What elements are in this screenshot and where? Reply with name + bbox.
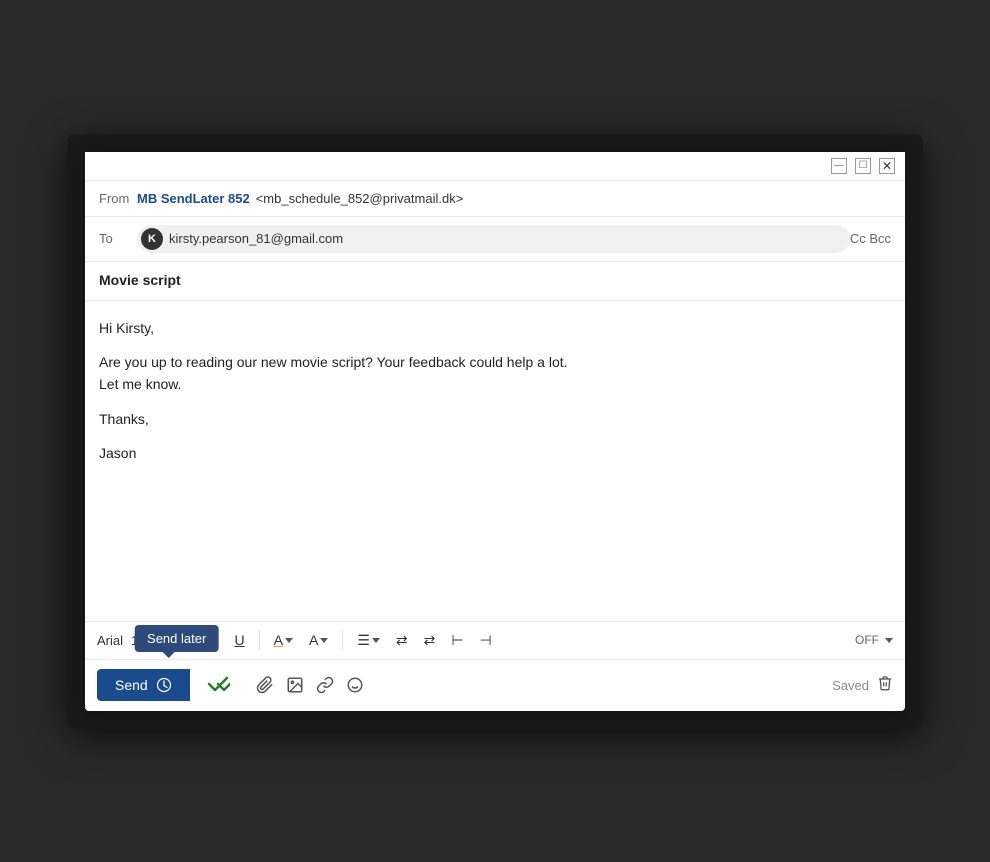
- action-icons: [256, 676, 364, 694]
- emoji-button[interactable]: [346, 676, 364, 694]
- checkmark-icon: [206, 674, 230, 694]
- to-label: To: [99, 231, 137, 246]
- off-label: OFF: [855, 633, 879, 647]
- align-chevron-icon: [372, 638, 380, 643]
- recipient-email: kirsty.pearson_81@gmail.com: [169, 231, 343, 246]
- ordered-list-icon: ⇄: [396, 632, 408, 649]
- font-color-label: A: [274, 632, 283, 648]
- body-paragraph: Are you up to reading our new movie scri…: [99, 351, 891, 396]
- paperclip-icon: [256, 676, 274, 694]
- cc-bcc-button[interactable]: Cc Bcc: [850, 231, 891, 246]
- unordered-list-icon: ⇄: [424, 632, 436, 649]
- toolbar-separator-2: [259, 630, 260, 650]
- font-color-chevron-icon: [285, 638, 293, 643]
- toolbar-separator-3: [342, 630, 343, 650]
- image-button[interactable]: [286, 676, 304, 694]
- minimize-button[interactable]: —: [831, 158, 847, 174]
- sender-name: MB SendLater 852: [137, 191, 250, 206]
- from-label: From: [99, 191, 137, 206]
- highlight-chevron-icon: [320, 638, 328, 643]
- avatar: K: [141, 228, 163, 250]
- link-icon: [316, 676, 334, 694]
- indent-increase-icon: ⊣: [480, 632, 492, 649]
- body-line2: Are you up to reading our new movie scri…: [99, 354, 568, 370]
- toolbar-right: OFF: [855, 633, 893, 647]
- send-later-tooltip: Send later: [135, 625, 218, 652]
- checkmark-button[interactable]: [196, 668, 240, 703]
- from-row: From MB SendLater 852 <mb_schedule_852@p…: [85, 181, 905, 217]
- clock-icon: [156, 677, 172, 693]
- body-greeting: Hi Kirsty,: [99, 317, 891, 339]
- from-info: MB SendLater 852 <mb_schedule_852@privat…: [137, 191, 891, 206]
- attach-button[interactable]: [256, 676, 274, 694]
- indent-increase-button[interactable]: ⊣: [474, 628, 498, 653]
- sender-email: <mb_schedule_852@privatmail.dk>: [256, 191, 464, 206]
- highlight-button[interactable]: A: [303, 628, 334, 652]
- indent-decrease-button[interactable]: ⊢: [445, 628, 469, 653]
- emoji-icon: [346, 676, 364, 694]
- align-icon: ☰: [357, 632, 370, 649]
- title-bar: — ☐ ✕: [85, 152, 905, 181]
- send-label: Send: [115, 677, 148, 693]
- window-shadow: — ☐ ✕ From MB SendLater 852 <mb_schedule…: [67, 134, 923, 729]
- off-chevron-icon: [885, 638, 893, 643]
- maximize-button[interactable]: ☐: [855, 158, 871, 174]
- ordered-list-button[interactable]: ⇄: [390, 628, 414, 653]
- trash-icon: [877, 675, 893, 691]
- subject-row: Movie script: [85, 262, 905, 301]
- saved-status: Saved: [832, 675, 893, 696]
- delete-button[interactable]: [877, 675, 893, 696]
- title-bar-controls: — ☐ ✕: [831, 158, 895, 174]
- recipient-chip[interactable]: K kirsty.pearson_81@gmail.com: [137, 225, 850, 253]
- highlight-label: A: [309, 632, 318, 648]
- align-button[interactable]: ☰: [351, 628, 386, 653]
- font-selector[interactable]: Arial: [97, 633, 123, 648]
- indent-decrease-icon: ⊢: [451, 632, 463, 649]
- close-button[interactable]: ✕: [879, 158, 895, 174]
- saved-label: Saved: [832, 678, 869, 693]
- email-body[interactable]: Hi Kirsty, Are you up to reading our new…: [85, 301, 905, 621]
- unordered-list-button[interactable]: ⇄: [418, 628, 442, 653]
- body-thanks: Thanks,: [99, 408, 891, 430]
- action-bar: Send later Send: [85, 659, 905, 711]
- to-row: To K kirsty.pearson_81@gmail.com Cc Bcc: [85, 217, 905, 262]
- send-button[interactable]: Send: [97, 669, 190, 701]
- body-line3: Let me know.: [99, 376, 182, 392]
- subject-text: Movie script: [99, 272, 181, 288]
- compose-window: — ☐ ✕ From MB SendLater 852 <mb_schedule…: [85, 152, 905, 711]
- underline-button[interactable]: U: [229, 628, 251, 652]
- image-icon: [286, 676, 304, 694]
- body-name: Jason: [99, 442, 891, 464]
- send-group: Send later Send: [97, 669, 190, 701]
- link-button[interactable]: [316, 676, 334, 694]
- font-color-button[interactable]: A: [268, 628, 299, 652]
